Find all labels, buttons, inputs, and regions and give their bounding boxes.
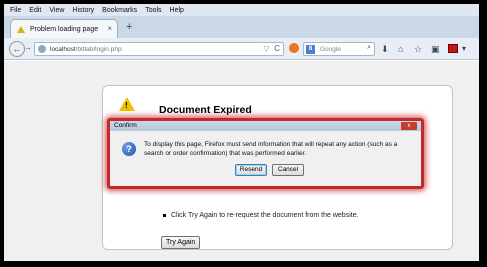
search-placeholder: Google: [320, 45, 341, 53]
search-bar[interactable]: 8 Google ⌕: [303, 42, 375, 56]
cancel-button[interactable]: Cancel: [272, 164, 304, 176]
question-icon: ?: [122, 142, 136, 156]
menu-edit[interactable]: Edit: [29, 7, 41, 14]
sync-icon[interactable]: ▣: [431, 44, 440, 54]
extension-icon[interactable]: [448, 44, 458, 53]
url-bar[interactable]: localhost/bttlab/login.php ▽ C: [34, 42, 284, 56]
dialog-message: To display this page, Firefox must send …: [144, 141, 398, 157]
menu-dropdown-icon[interactable]: ▾: [462, 44, 466, 53]
warning-mark: !: [125, 101, 128, 110]
close-tab-icon[interactable]: ×: [107, 24, 112, 33]
new-tab-button[interactable]: +: [126, 21, 132, 33]
menu-view[interactable]: View: [49, 7, 64, 14]
menu-bookmarks[interactable]: Bookmarks: [102, 7, 137, 14]
browser-window: File Edit View History Bookmarks Tools H…: [4, 4, 479, 261]
menu-bar: File Edit View History Bookmarks Tools H…: [4, 4, 479, 16]
reload-icon[interactable]: C: [274, 44, 280, 53]
dialog-titlebar[interactable]: Confirm x: [110, 121, 421, 131]
try-again-button[interactable]: Try Again: [161, 236, 201, 249]
addon-icon[interactable]: [289, 43, 299, 53]
tab-title: Problem loading page: [30, 25, 99, 33]
tab-strip: Problem loading page × +: [4, 16, 479, 38]
bookmark-star-icon[interactable]: ▽: [264, 45, 269, 53]
menu-file[interactable]: File: [10, 7, 21, 14]
back-button[interactable]: ←: [9, 41, 25, 57]
menu-help[interactable]: Help: [170, 7, 184, 14]
list-item: Click Try Again to re-request the docume…: [163, 212, 359, 219]
bullet-icon: [163, 214, 166, 217]
google-icon[interactable]: 8: [306, 44, 315, 54]
close-icon[interactable]: x: [401, 122, 417, 130]
bullet-text: Click Try Again to re-request the docume…: [171, 212, 359, 219]
home-icon[interactable]: ⌂: [398, 44, 403, 54]
downloads-icon[interactable]: ⬇: [381, 44, 389, 54]
page-title: Document Expired: [159, 104, 252, 116]
confirm-dialog: Confirm x ? To display this page, Firefo…: [110, 121, 421, 186]
warning-icon: [17, 25, 25, 33]
dialog-title: Confirm: [114, 122, 137, 129]
url-path: /bttlab/login.php: [75, 45, 122, 53]
url-text: localhost/bttlab/login.php: [50, 46, 122, 53]
navigation-toolbar: ← → localhost/bttlab/login.php ▽ C 8 Goo…: [4, 38, 479, 60]
globe-icon: [38, 45, 46, 53]
forward-button[interactable]: →: [24, 43, 32, 52]
menu-tools[interactable]: Tools: [145, 7, 161, 14]
bookmarks-icon[interactable]: ☆: [414, 44, 422, 54]
search-icon[interactable]: ⌕: [367, 44, 371, 52]
url-host: localhost: [50, 45, 76, 53]
tab-problem-loading[interactable]: Problem loading page ×: [10, 19, 118, 38]
resend-button[interactable]: Resend: [235, 164, 267, 176]
menu-history[interactable]: History: [72, 7, 94, 14]
